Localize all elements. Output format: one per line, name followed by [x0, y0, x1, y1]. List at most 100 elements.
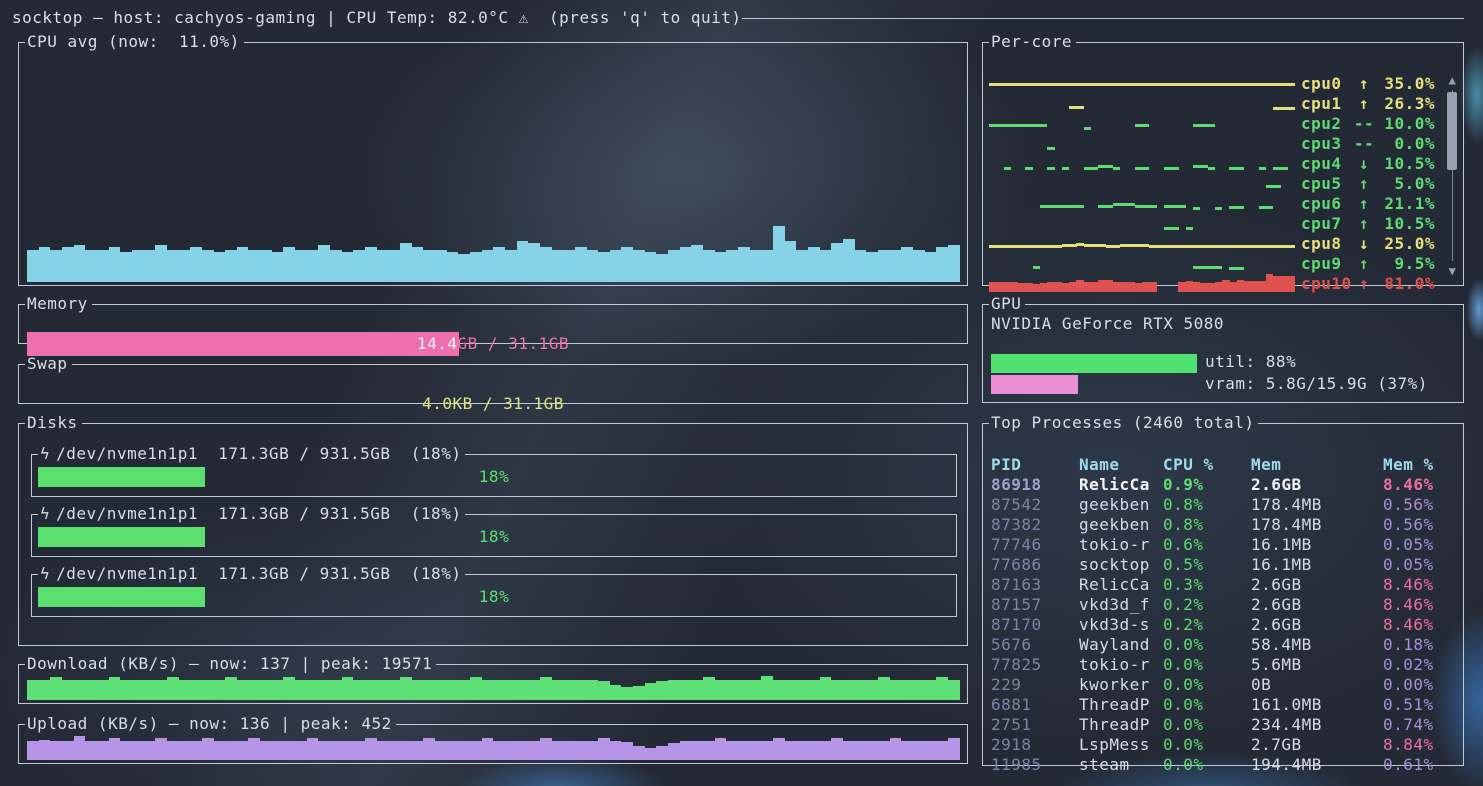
process-cpu-pct: 0.3% — [1163, 575, 1251, 595]
core-trend-icon: -- — [1353, 134, 1375, 154]
core-trend-icon: ↑ — [1353, 94, 1375, 114]
process-pid: 87163 — [991, 575, 1079, 595]
histogram-bar — [248, 680, 260, 700]
histogram-bar — [470, 252, 482, 282]
histogram-bar — [27, 250, 39, 282]
per-core-row: cpu2--10.0% — [989, 114, 1441, 134]
histogram-bar — [750, 741, 762, 760]
border-segment — [18, 714, 25, 725]
process-mem-pct: 0.00% — [1383, 675, 1458, 695]
histogram-bar — [295, 250, 307, 282]
histogram-bar — [703, 741, 715, 760]
histogram-bar — [167, 250, 179, 282]
spark-point — [1288, 245, 1295, 248]
histogram-bar — [866, 252, 878, 282]
core-name: cpu7 — [1301, 214, 1353, 234]
histogram-bar — [237, 247, 249, 282]
core-name: cpu10 — [1301, 274, 1353, 294]
histogram-bar — [715, 680, 727, 700]
spark-point — [1047, 167, 1054, 170]
process-row[interactable]: 229kworker0.0%0B0.00% — [991, 675, 1458, 695]
histogram-bar — [633, 250, 645, 282]
process-row[interactable]: 11985steam0.0%194.4MB0.61% — [991, 755, 1458, 775]
histogram-bar — [901, 741, 913, 760]
process-row[interactable]: 87542geekben0.8%178.4MB0.56% — [991, 495, 1458, 515]
process-row[interactable]: 2918LspMess0.0%2.7GB8.84% — [991, 735, 1458, 755]
histogram-bar — [365, 738, 377, 760]
spark-point — [1273, 185, 1280, 188]
histogram-bar — [925, 252, 937, 282]
scroll-down-icon[interactable]: ▼ — [1445, 265, 1460, 277]
histogram-bar — [890, 680, 902, 700]
gpu-util-label: util: 88% — [1205, 352, 1296, 372]
core-value: 0.0% — [1375, 134, 1435, 154]
histogram-bar — [190, 247, 202, 282]
process-row[interactable]: 87170vkd3d-s0.2%2.6GB8.46% — [991, 615, 1458, 635]
histogram-bar — [109, 677, 121, 700]
process-row[interactable]: 86918RelicCa0.9%2.6GB8.46% — [991, 475, 1458, 495]
histogram-bar — [575, 741, 587, 760]
spark-point — [1084, 127, 1091, 130]
histogram-bar — [680, 680, 692, 700]
histogram-bar — [796, 680, 808, 700]
process-row[interactable]: 77825tokio-r0.0%5.6MB0.02% — [991, 655, 1458, 675]
disk-usage-pct: 18% — [31, 587, 957, 607]
core-value: 10.5% — [1375, 154, 1435, 174]
process-mem-pct: 0.56% — [1383, 495, 1458, 515]
histogram-bar — [691, 680, 703, 700]
process-name: LspMess — [1079, 735, 1163, 755]
histogram-bar — [936, 247, 948, 282]
per-core-rows: cpu0↑35.0%cpu1↑26.3%cpu2--10.0%cpu3--0.0… — [989, 74, 1441, 294]
histogram-bar — [831, 680, 843, 700]
spark-point — [1113, 167, 1120, 170]
histogram-bar — [482, 680, 494, 700]
process-row[interactable]: 87163RelicCa0.3%2.6GB8.46% — [991, 575, 1458, 595]
histogram-bar — [400, 741, 412, 760]
histogram-bar — [773, 738, 785, 760]
process-row[interactable]: 77746tokio-r0.6%16.1MB0.05% — [991, 535, 1458, 555]
process-row[interactable]: 87382geekben0.8%178.4MB0.56% — [991, 515, 1458, 535]
process-row[interactable]: 77686socktop0.5%16.1MB0.05% — [991, 555, 1458, 575]
per-core-scrollbar[interactable]: ▲ ▼ — [1445, 74, 1460, 277]
histogram-bar — [330, 680, 342, 700]
process-mem-pct: 0.51% — [1383, 695, 1458, 715]
histogram-bar — [283, 677, 295, 700]
disk-item-label: /dev/nvme1n1p1 171.3GB / 931.5GB (18%) — [56, 504, 461, 523]
histogram-bar — [260, 741, 272, 760]
histogram-bar — [272, 741, 284, 760]
scroll-up-icon[interactable]: ▲ — [1445, 74, 1460, 86]
scrollbar-thumb[interactable] — [1447, 92, 1457, 170]
histogram-bar — [808, 247, 820, 282]
histogram-bar — [155, 680, 167, 700]
process-table-header: PID Name CPU % Mem Mem % — [991, 455, 1458, 475]
histogram-bar — [540, 247, 552, 282]
process-name: tokio-r — [1079, 535, 1163, 555]
process-cpu-pct: 0.6% — [1163, 535, 1251, 555]
histogram-bar — [831, 738, 843, 760]
histogram-bar — [272, 680, 284, 700]
border-segment — [982, 413, 989, 424]
process-row[interactable]: 87157vkd3d_f0.2%2.6GB8.46% — [991, 595, 1458, 615]
disks-panel: Disks ϟ/dev/nvme1n1p1 171.3GB / 931.5GB … — [18, 413, 968, 646]
histogram-bar — [179, 741, 191, 760]
histogram-bar — [190, 680, 202, 700]
lightning-icon: ϟ — [40, 564, 56, 583]
border-segment — [1258, 413, 1464, 424]
per-core-row: cpu3--0.0% — [989, 134, 1441, 154]
histogram-bar — [214, 680, 226, 700]
process-row[interactable]: 2751ThreadP0.0%234.4MB0.74% — [991, 715, 1458, 735]
process-name: RelicCa — [1079, 475, 1163, 495]
process-mem: 5.6MB — [1251, 655, 1383, 675]
process-name: geekben — [1079, 515, 1163, 535]
core-sparkline — [989, 274, 1295, 293]
histogram-bar — [575, 247, 587, 282]
histogram-bar — [855, 250, 867, 282]
core-trend-icon: ↑ — [1353, 174, 1375, 194]
histogram-bar — [668, 680, 680, 700]
core-name: cpu3 — [1301, 134, 1353, 154]
process-row[interactable]: 6881ThreadP0.0%161.0MB0.51% — [991, 695, 1458, 715]
process-row[interactable]: 5676Wayland0.0%58.4MB0.18% — [991, 635, 1458, 655]
border-segment — [1076, 32, 1464, 43]
swap-panel: Swap 4.0KB / 31.1GB — [18, 354, 968, 404]
histogram-bar — [50, 741, 62, 760]
